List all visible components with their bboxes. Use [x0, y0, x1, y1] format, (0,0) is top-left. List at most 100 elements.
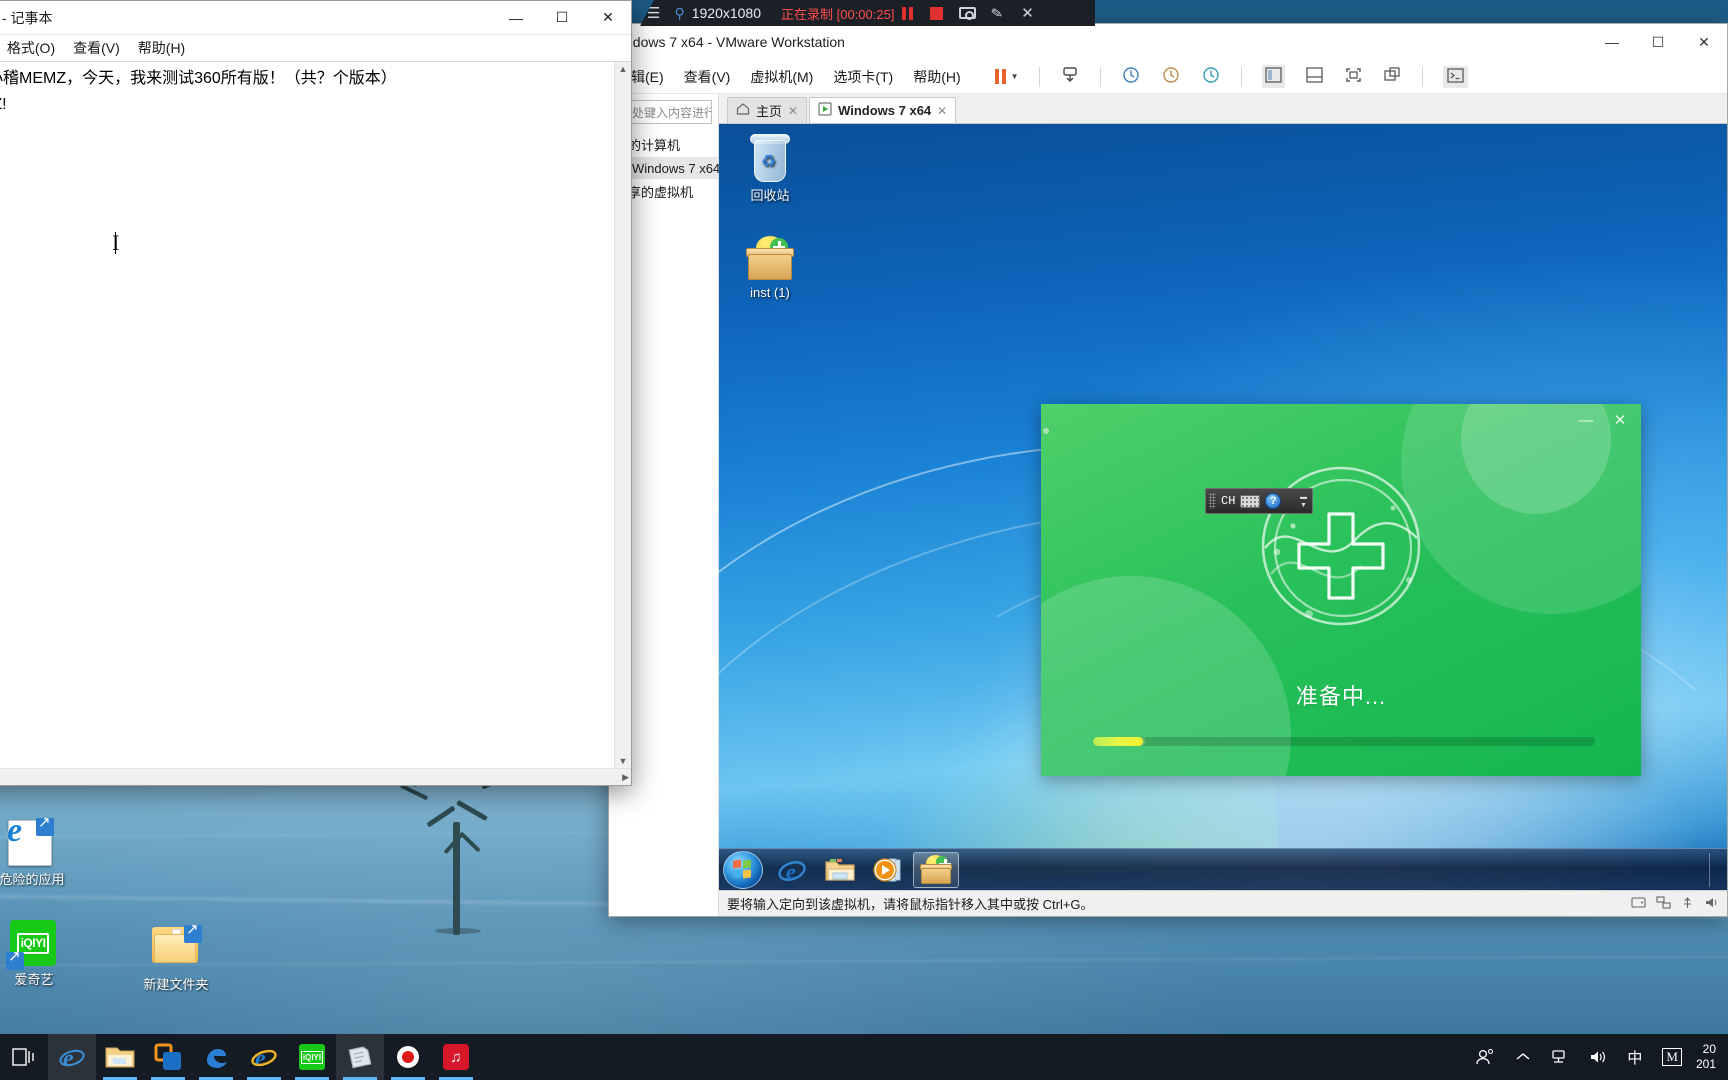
vmware-status-icons — [1631, 895, 1719, 912]
snapshot-manager-icon[interactable] — [1201, 65, 1221, 88]
ime-bar-arrows[interactable]: ▬ ▼ — [1300, 494, 1309, 509]
tab-close-icon[interactable]: ✕ — [788, 104, 798, 118]
volume-icon[interactable] — [1579, 1034, 1617, 1080]
snapshot-revert-icon[interactable] — [1161, 65, 1181, 88]
tab-home[interactable]: 主页 ✕ — [727, 97, 808, 123]
menu-item-format[interactable]: 格式(O) — [7, 38, 55, 58]
grip-icon[interactable] — [1209, 493, 1216, 509]
notepad-minimize-button[interactable]: — — [493, 1, 539, 35]
guest-icon-recycle-bin[interactable]: ♻ 回收站 — [727, 132, 813, 204]
scroll-right-arrow[interactable]: ▶ — [622, 772, 629, 783]
network-icon[interactable] — [1541, 1034, 1579, 1080]
menu-item-tabs[interactable]: 选项卡(T) — [833, 67, 893, 87]
menu-item-help[interactable]: 帮助(H) — [138, 38, 185, 58]
help-icon[interactable]: ? — [1265, 493, 1282, 509]
windows7-tray[interactable] — [1709, 852, 1727, 887]
desktop-icon-dangerous-app[interactable]: 危险的应用 — [0, 815, 80, 887]
scroll-down-arrow[interactable]: ▼ — [619, 756, 628, 766]
pause-icon[interactable] — [894, 6, 921, 20]
clock[interactable]: 20 201 — [1692, 1034, 1724, 1080]
taskbar-netease-music[interactable]: ♫ — [432, 1034, 480, 1080]
show-library-icon[interactable] — [1261, 65, 1285, 88]
menu-item-help[interactable]: 帮助(H) — [913, 67, 960, 87]
vmware-statusbar: 要将输入定向到该虚拟机，请将鼠标指针移入其中或按 Ctrl+G。 — [719, 890, 1727, 916]
snapshot-take-icon[interactable] — [1121, 65, 1141, 88]
sound-icon[interactable] — [1704, 896, 1719, 912]
taskbar-internet-explorer-legacy[interactable]: e — [240, 1034, 288, 1080]
notepad-window[interactable]: 当 (3) - 记事本 — ☐ ✕ 式(F) 格式(O) 查看(V) 帮助(H)… — [0, 0, 632, 786]
taskbar-file-explorer[interactable] — [96, 1034, 144, 1080]
chevron-up-icon[interactable] — [1505, 1034, 1541, 1080]
menu-item-view[interactable]: 查看(V) — [684, 67, 731, 87]
notepad-body[interactable]: 是滑小稽MEMZ，今天，我来测试360所有版！（共？个版本） MEMZ! I ▲… — [0, 61, 631, 768]
windows-start-orb-icon[interactable] — [723, 850, 763, 889]
chevron-down-icon[interactable]: ▼ — [1300, 502, 1307, 509]
stop-icon[interactable] — [930, 6, 944, 20]
vmware-close-button[interactable]: ✕ — [1681, 24, 1727, 60]
ime-indicator[interactable]: 中 — [1617, 1034, 1652, 1080]
vmware-minimize-button[interactable]: — — [1589, 24, 1635, 60]
screen-root: 危险的应用 iQIYI 爱奇艺 新建文件夹 ndows 7 x64 - VMwa… — [0, 0, 1728, 1080]
disk-icon[interactable] — [1631, 896, 1646, 912]
vmware-window[interactable]: ndows 7 x64 - VMware Workstation — ☐ ✕ 编… — [608, 23, 1728, 917]
taskbar-vmware-workstation[interactable] — [144, 1034, 192, 1080]
windows7-taskbar[interactable]: e — [719, 848, 1727, 890]
show-thumbnail-bar-icon[interactable] — [1305, 66, 1324, 87]
minimize-icon[interactable]: ▬ — [1300, 494, 1307, 501]
desktop-icon-new-folder[interactable]: 新建文件夹 — [128, 920, 224, 992]
scroll-up-arrow[interactable]: ▲ — [619, 64, 628, 74]
notepad-titlebar: 当 (3) - 记事本 — ☐ ✕ — [0, 1, 631, 35]
360-installer-window[interactable]: — ✕ 准备中... — [1041, 404, 1641, 776]
taskbar-iqiyi[interactable]: iQIYI — [288, 1034, 336, 1080]
notepad-horizontal-scrollbar[interactable]: ◀ ▶ — [0, 768, 631, 785]
installer-minimize-button[interactable]: — — [1571, 408, 1601, 432]
iqiyi-icon: iQIYI — [6, 920, 58, 970]
vm-guest-screen[interactable]: ♻ 回收站 inst (1) — ✕ 准备中... CH ? ▬ ▼ e — [719, 124, 1727, 890]
host-system-tray[interactable]: 中 M 20 201 — [1465, 1034, 1728, 1080]
network-icon[interactable] — [1656, 895, 1671, 912]
people-icon[interactable] — [1465, 1034, 1505, 1080]
vmware-maximize-button[interactable]: ☐ — [1635, 24, 1681, 60]
keyboard-icon[interactable] — [1240, 494, 1261, 508]
desktop-icon-iqiyi[interactable]: iQIYI 爱奇艺 — [0, 920, 82, 987]
taskbar-microsoft-edge[interactable] — [192, 1034, 240, 1080]
pause-vm-icon[interactable] — [994, 69, 1006, 84]
chevron-down-icon[interactable]: ▼ — [1011, 72, 1019, 81]
ime-language-label[interactable]: CH — [1221, 494, 1235, 508]
menu-item-view[interactable]: 查看(V) — [73, 38, 120, 58]
pin-icon[interactable]: ⚲ — [667, 5, 691, 22]
notepad-menubar: 式(F) 格式(O) 查看(V) 帮助(H) — [0, 35, 631, 61]
taskbar-notepad[interactable] — [336, 1034, 384, 1080]
camera-icon[interactable] — [959, 7, 977, 20]
vmware-status-text: 要将输入定向到该虚拟机，请将鼠标指针移入其中或按 Ctrl+G。 — [727, 897, 1094, 912]
taskbar-internet-explorer[interactable]: e — [48, 1034, 96, 1080]
notepad-textarea[interactable]: 是滑小稽MEMZ，今天，我来测试360所有版！（共？个版本） MEMZ! — [0, 62, 614, 768]
taskbar-internet-explorer[interactable]: e — [769, 852, 815, 888]
ime-mode-icon[interactable]: M — [1652, 1034, 1692, 1080]
console-icon[interactable] — [1442, 65, 1468, 88]
installer-progress-fill — [1093, 737, 1144, 746]
fullscreen-icon[interactable] — [1344, 66, 1363, 87]
screen-recorder-toolbar[interactable]: ☰ ⚲ 1920x1080 正在录制 [00:00:25] ✎ ✕ — [640, 0, 1095, 26]
notepad-vertical-scrollbar[interactable]: ▲ ▼ — [614, 62, 631, 768]
notepad-maximize-button[interactable]: ☐ — [539, 1, 585, 35]
taskbar-screen-recorder[interactable] — [384, 1034, 432, 1080]
usb-icon[interactable] — [1681, 896, 1694, 912]
pen-icon[interactable]: ✎ — [982, 2, 1012, 24]
unity-mode-icon[interactable] — [1383, 66, 1402, 87]
menu-item-vm[interactable]: 虚拟机(M) — [750, 67, 813, 87]
taskbar-windows-explorer[interactable] — [817, 852, 863, 888]
show-desktop-icon[interactable] — [1709, 852, 1721, 887]
close-icon[interactable]: ✕ — [1011, 4, 1044, 22]
task-view-icon[interactable] — [0, 1034, 48, 1080]
taskbar-inst1[interactable] — [913, 851, 959, 888]
tab-close-icon[interactable]: ✕ — [937, 104, 947, 118]
ime-language-bar[interactable]: CH ? ▬ ▼ — [1205, 488, 1313, 514]
installer-close-button[interactable]: ✕ — [1605, 408, 1635, 432]
taskbar-windows-media-player[interactable] — [865, 852, 911, 888]
tab-windows-7-x64[interactable]: Windows 7 x64 ✕ — [809, 97, 957, 123]
notepad-close-button[interactable]: ✕ — [585, 1, 631, 35]
send-ctrl-alt-del-icon[interactable] — [1060, 65, 1080, 88]
host-taskbar[interactable]: e e iQIYI ♫ 中 M 20 201 — [0, 1034, 1728, 1080]
guest-icon-inst1[interactable]: inst (1) — [727, 236, 813, 300]
